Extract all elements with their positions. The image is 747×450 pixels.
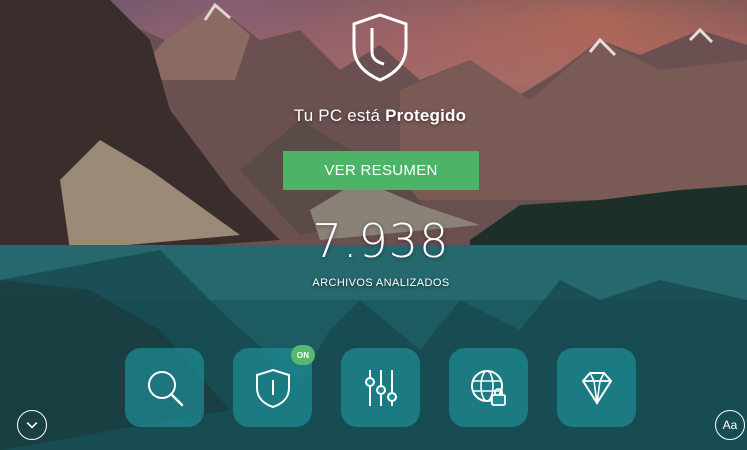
protection-status: Tu PC está Protegido [0,106,747,126]
web-protection-tile[interactable] [449,348,528,427]
settings-tile[interactable] [341,348,420,427]
expand-button[interactable] [17,410,47,440]
antivirus-main-screen: Tu PC está Protegido VER RESUMEN 7.938 A… [0,0,747,450]
globe-lock-icon [470,369,506,406]
search-icon [147,370,183,406]
shield-icon [255,368,290,408]
view-summary-button[interactable]: VER RESUMEN [283,151,479,190]
diamond-icon [581,371,612,405]
font-size-button[interactable]: Aa [715,410,745,440]
scan-tile[interactable] [125,348,204,427]
protection-shield-icon [352,13,408,82]
status-prefix: Tu PC está [293,106,381,125]
premium-tile[interactable] [557,348,636,427]
protection-on-badge: ON [291,345,315,365]
chevron-down-icon [26,422,38,429]
sliders-icon [364,369,397,406]
scanned-files-label: ARCHIVOS ANALIZADOS [312,277,450,289]
status-state: Protegido [385,106,467,125]
scanned-files-count: 7.938 [312,214,450,268]
